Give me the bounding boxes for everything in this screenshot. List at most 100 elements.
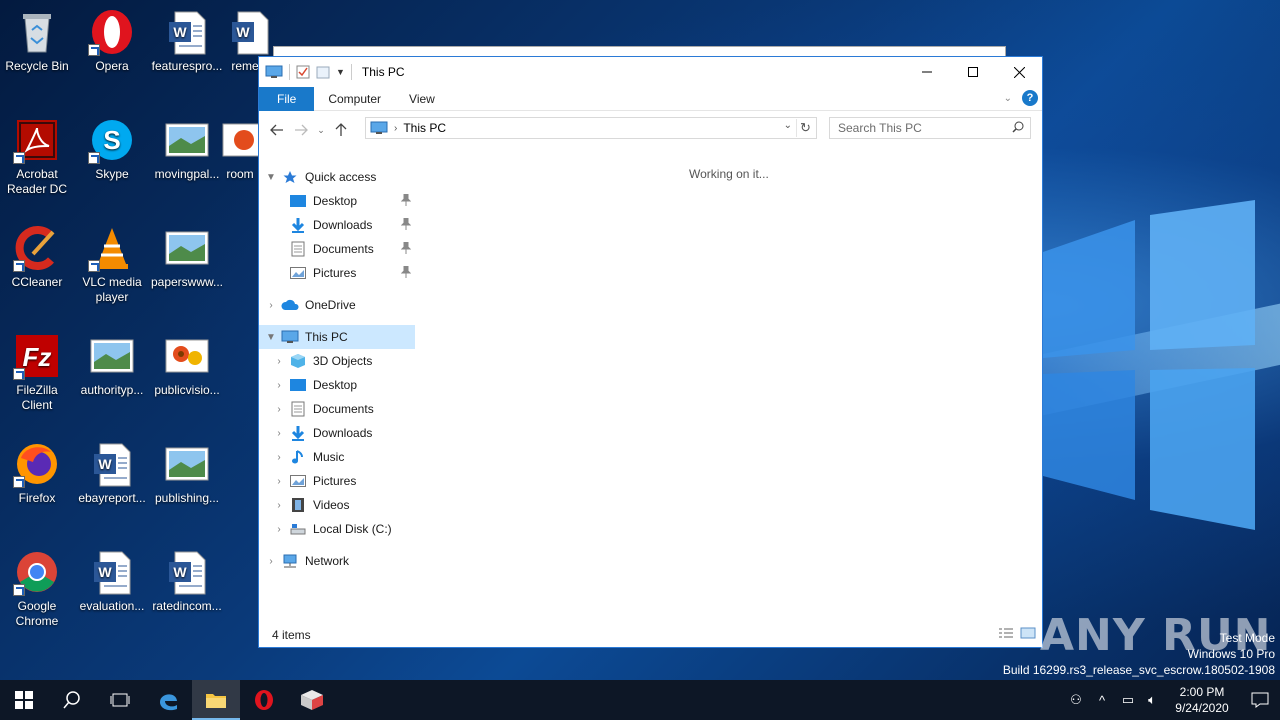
tab-file[interactable]: File: [259, 86, 315, 111]
clock[interactable]: 2:00 PM 9/24/2020: [1164, 684, 1240, 716]
action-center-button[interactable]: [1240, 692, 1280, 708]
tab-view[interactable]: View: [395, 87, 449, 111]
nav-3d-objects[interactable]: › 3D Objects: [273, 349, 415, 373]
expand-icon[interactable]: ›: [273, 404, 285, 415]
people-icon[interactable]: ⚇: [1064, 692, 1088, 708]
nav-label: Videos: [313, 498, 350, 512]
clock-date: 9/24/2020: [1175, 701, 1229, 715]
up-button[interactable]: [329, 118, 353, 142]
desktop-icon-publicvisio[interactable]: publicvisio...: [150, 332, 224, 398]
expand-icon[interactable]: ›: [273, 356, 285, 367]
desktop-icon-label: Google Chrome: [15, 599, 59, 628]
expand-icon[interactable]: ›: [273, 500, 285, 511]
nav-onedrive[interactable]: › OneDrive: [265, 293, 415, 317]
refresh-icon[interactable]: ↻: [796, 119, 814, 137]
desktop-icon-featurespro[interactable]: W featurespro...: [150, 8, 224, 74]
content-area[interactable]: Working on it...: [419, 161, 1041, 623]
help-icon[interactable]: ?: [1022, 90, 1038, 106]
address-dropdown-icon[interactable]: ⌄: [784, 120, 792, 131]
desktop-icon-filezilla[interactable]: Fz FileZilla Client: [0, 332, 74, 413]
recent-locations-button[interactable]: ⌄: [313, 118, 329, 142]
desktop-icon-recycle-bin[interactable]: Recycle Bin: [0, 8, 74, 74]
breadcrumb-this-pc[interactable]: This PC: [403, 121, 446, 135]
expand-icon[interactable]: ›: [273, 380, 285, 391]
nav-qa-pictures[interactable]: Pictures: [273, 261, 415, 285]
desktop-icon-skype[interactable]: S Skype: [75, 116, 149, 182]
breadcrumb-separator-icon[interactable]: ›: [394, 123, 397, 134]
word-doc-icon: W: [163, 548, 211, 596]
address-bar[interactable]: › This PC ⌄ ↻: [365, 117, 817, 139]
forward-button[interactable]: [289, 118, 313, 142]
star-icon: [281, 169, 299, 185]
collapse-icon[interactable]: ▼: [265, 332, 277, 343]
taskbar-opera[interactable]: [240, 680, 288, 720]
tab-computer[interactable]: Computer: [314, 87, 395, 111]
back-button[interactable]: [265, 118, 289, 142]
file-explorer-window[interactable]: ▼ This PC File Computer View ⌄ ? ⌄ › Thi…: [258, 56, 1043, 648]
desktop-icon-authorityp[interactable]: authorityp...: [75, 332, 149, 398]
collapse-icon[interactable]: ▼: [265, 172, 277, 183]
expand-icon[interactable]: ›: [273, 476, 285, 487]
desktop-icon-paperswww[interactable]: paperswww...: [150, 224, 224, 290]
expand-icon[interactable]: ›: [273, 452, 285, 463]
expand-icon[interactable]: ›: [273, 428, 285, 439]
volume-icon[interactable]: 🔈︎: [1140, 692, 1164, 708]
pin-icon: [401, 242, 411, 254]
desktop-icon-room[interactable]: room: [220, 116, 260, 182]
desktop-icon-firefox[interactable]: Firefox: [0, 440, 74, 506]
close-button[interactable]: [996, 57, 1042, 87]
expand-icon[interactable]: ›: [273, 524, 285, 535]
nav-quick-access[interactable]: ▼ Quick access: [265, 165, 415, 189]
show-hidden-icons-icon[interactable]: ^: [1088, 693, 1116, 708]
start-button[interactable]: [0, 680, 48, 720]
desktop-icon-chrome[interactable]: Google Chrome: [0, 548, 74, 629]
nav-pictures[interactable]: › Pictures: [273, 469, 415, 493]
nav-desktop[interactable]: › Desktop: [273, 373, 415, 397]
nav-qa-documents[interactable]: Documents: [273, 237, 415, 261]
expand-icon[interactable]: ›: [265, 556, 277, 567]
task-view-button[interactable]: [96, 680, 144, 720]
test-mode-label: Test Mode: [1219, 631, 1275, 645]
search-input[interactable]: Search This PC: [829, 117, 1031, 139]
desktop-icon-ccleaner[interactable]: CCleaner: [0, 224, 74, 290]
expand-icon[interactable]: ›: [265, 300, 277, 311]
nav-qa-desktop[interactable]: Desktop: [273, 189, 415, 213]
desktop-icon-publishing[interactable]: publishing...: [150, 440, 224, 506]
desktop-icon-vlc[interactable]: VLC media player: [75, 224, 149, 305]
nav-label: Pictures: [313, 266, 357, 280]
desktop-icon-acrobat[interactable]: Acrobat Reader DC: [0, 116, 74, 197]
ccleaner-icon: [13, 224, 61, 272]
search-button[interactable]: [48, 680, 96, 720]
desktop-icon-label: Firefox: [18, 491, 56, 505]
taskbar-file-explorer[interactable]: [192, 680, 240, 720]
desktop-icon-movingpal[interactable]: movingpal...: [150, 116, 224, 182]
network-tray-icon[interactable]: ▭: [1116, 692, 1140, 708]
pin-icon: [401, 218, 411, 230]
nav-qa-downloads[interactable]: Downloads: [273, 213, 415, 237]
clock-time: 2:00 PM: [1179, 685, 1225, 699]
new-folder-icon[interactable]: [316, 65, 330, 79]
nav-this-pc[interactable]: ▼ This PC: [259, 325, 415, 349]
desktop-icon-ebayreport[interactable]: W ebayreport...: [75, 440, 149, 506]
desktop-icon-opera[interactable]: Opera: [75, 8, 149, 74]
desktop-icon-evaluation[interactable]: W evaluation...: [75, 548, 149, 614]
taskbar-edge[interactable]: [144, 680, 192, 720]
explorer-titlebar[interactable]: ▼ This PC: [259, 57, 1042, 87]
desktop-icon-ratedincom[interactable]: W ratedincom...: [150, 548, 224, 614]
taskbar-app-package[interactable]: [288, 680, 336, 720]
svg-text:W: W: [236, 24, 250, 40]
minimize-button[interactable]: [904, 57, 950, 87]
nav-documents[interactable]: › Documents: [273, 397, 415, 421]
properties-icon[interactable]: [296, 65, 310, 79]
customize-toolbar-icon[interactable]: ▼: [336, 67, 345, 77]
nav-local-disk[interactable]: › Local Disk (C:): [273, 517, 415, 541]
windows-start-icon: [15, 691, 33, 709]
nav-videos[interactable]: › Videos: [273, 493, 415, 517]
nav-music[interactable]: › Music: [273, 445, 415, 469]
music-note-icon: [289, 449, 307, 465]
vlc-icon: [88, 224, 136, 272]
nav-network[interactable]: › Network: [265, 549, 415, 573]
expand-ribbon-icon[interactable]: ⌄: [1004, 93, 1012, 104]
nav-downloads[interactable]: › Downloads: [273, 421, 415, 445]
maximize-button[interactable]: [950, 57, 996, 87]
